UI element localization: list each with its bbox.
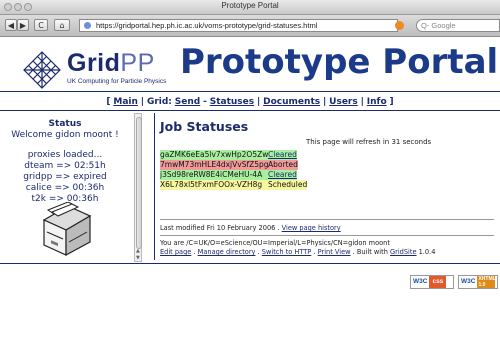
last-modified-line: Last modified Fri 10 February 2006 . Vie… xyxy=(160,224,341,232)
nav-users-link[interactable]: Users xyxy=(329,97,358,107)
panel-divider xyxy=(154,113,155,260)
logo-wordmark: GridPP xyxy=(67,49,155,78)
window-titlebar: Prototype Portal xyxy=(0,0,500,15)
badge-w3c-text: W3C xyxy=(411,276,430,288)
gridpp-logo-icon xyxy=(23,51,61,89)
proxies-loaded-text: proxies loaded... xyxy=(27,150,103,160)
job-status[interactable]: Cleared xyxy=(268,170,297,180)
forward-button[interactable]: ▶ xyxy=(17,19,29,31)
scrollbar-thumb[interactable] xyxy=(136,117,142,249)
w3c-xhtml-badge[interactable]: W3C XHTML 1.0 xyxy=(458,275,498,289)
nav-separator: | xyxy=(140,97,145,107)
job-id: X6L78xl5tFxmFOOx-VZH8g xyxy=(160,180,263,189)
manage-directory-link[interactable]: Manage directory xyxy=(198,248,256,256)
proxy-item: calice => 00:36h xyxy=(25,183,105,193)
gridsite-link[interactable]: GridSite xyxy=(390,248,417,256)
main-nav: [ Main | Grid: Send - Statuses | Documen… xyxy=(0,97,500,107)
browser-toolbar: ◀ ▶ C ⌂ https://gridportal.hep.ph.ic.ac.… xyxy=(0,15,500,37)
job-row: 7mwM73mHLE4dxjVvSfZ5pgAborted xyxy=(160,160,298,170)
job-status: Aborted xyxy=(268,160,298,169)
nav-divider xyxy=(0,110,500,111)
job-id: gaZMK6eEa5lv7xwHp2O5Zw xyxy=(160,150,269,159)
scroll-down-arrow-icon[interactable]: ▼ xyxy=(136,255,140,261)
separator-dot: . xyxy=(257,248,260,256)
reload-button[interactable]: C xyxy=(34,19,48,31)
refresh-countdown: This page will refresh in 31 seconds xyxy=(306,138,432,146)
window-title: Prototype Portal xyxy=(221,1,279,10)
user-dn-text: You are /C=UK/O=eScience/OU=Imperial/L=P… xyxy=(160,239,390,247)
nav-colon: : xyxy=(168,97,172,107)
logo-subtitle: UK Computing for Particle Physics xyxy=(67,78,167,85)
home-button[interactable]: ⌂ xyxy=(54,19,70,31)
switch-http-link[interactable]: Switch to HTTP xyxy=(262,248,312,256)
print-view-link[interactable]: Print View xyxy=(318,248,351,256)
content-divider xyxy=(160,219,494,220)
page-actions: Edit page . Manage directory . Switch to… xyxy=(160,248,435,256)
nav-statuses-link[interactable]: Statuses xyxy=(210,97,254,107)
built-with-text: . Built with xyxy=(352,248,388,256)
nav-documents-link[interactable]: Documents xyxy=(263,97,320,107)
rss-icon[interactable] xyxy=(395,21,404,30)
site-icon xyxy=(84,22,91,29)
content-divider xyxy=(160,235,494,236)
job-statuses-heading: Job Statuses xyxy=(160,119,249,134)
w3c-css-badge[interactable]: W3C css xyxy=(410,275,454,289)
nav-send-link[interactable]: Send xyxy=(175,97,200,107)
footer-divider xyxy=(0,263,500,264)
side-scrollbar[interactable]: ▲ ▼ xyxy=(134,113,142,262)
nav-separator: | xyxy=(360,97,364,107)
view-history-link[interactable]: View page history xyxy=(282,224,341,232)
nav-bracket-close: ] xyxy=(389,97,394,107)
back-button[interactable]: ◀ xyxy=(5,19,17,31)
job-id: 7mwM73mHLE4dxjVvSfZ5pg xyxy=(160,160,269,169)
search-input[interactable]: Q- Google xyxy=(416,19,500,32)
header-divider xyxy=(0,91,500,92)
proxy-item: dteam => 02:51h xyxy=(24,161,106,171)
badge-css-text: css xyxy=(429,276,447,288)
logo-pp-text: PP xyxy=(120,49,155,77)
version-text: 1.0.4 xyxy=(418,248,436,256)
logo-grid-text: Grid xyxy=(67,49,121,77)
job-row: j3Sd98reRW8E4iCMeHU-4A Cleared xyxy=(160,170,297,180)
last-modified-text: Last modified Fri 10 February 2006 . xyxy=(160,224,280,232)
badge-xhtml-text: XHTML 1.0 xyxy=(477,276,496,288)
nav-dash: - xyxy=(203,97,207,107)
filing-cabinet-icon xyxy=(42,202,92,257)
status-heading: Status xyxy=(48,119,82,129)
scroll-up-arrow-icon[interactable]: ▲ xyxy=(136,248,140,254)
job-status[interactable]: Cleared xyxy=(268,150,297,160)
job-row: X6L78xl5tFxmFOOx-VZH8g Scheduled xyxy=(160,180,308,190)
job-status: Scheduled xyxy=(268,180,308,189)
nav-bracket-open: [ xyxy=(106,97,111,107)
proxy-item: gridpp => expired xyxy=(23,172,107,182)
page-title: Prototype Portal xyxy=(180,42,499,82)
nav-separator: | xyxy=(322,97,327,107)
job-row: gaZMK6eEa5lv7xwHp2O5ZwCleared xyxy=(160,150,297,160)
edit-page-link[interactable]: Edit page xyxy=(160,248,191,256)
address-text: https://gridportal.hep.ph.ic.ac.uk/voms-… xyxy=(96,21,318,30)
welcome-text: Welcome gidon moont ! xyxy=(11,130,119,140)
job-id: j3Sd98reRW8E4iCMeHU-4A xyxy=(160,170,263,179)
nav-info-link[interactable]: Info xyxy=(367,97,387,107)
separator-dot: . xyxy=(193,248,196,256)
separator-dot: . xyxy=(313,248,316,256)
badge-w3c-text: W3C xyxy=(459,276,478,288)
nav-separator: | xyxy=(256,97,261,107)
nav-main-link[interactable]: Main xyxy=(113,97,138,107)
address-bar[interactable]: https://gridportal.hep.ph.ic.ac.uk/voms-… xyxy=(79,19,398,32)
nav-grid-label: Grid xyxy=(146,97,169,107)
